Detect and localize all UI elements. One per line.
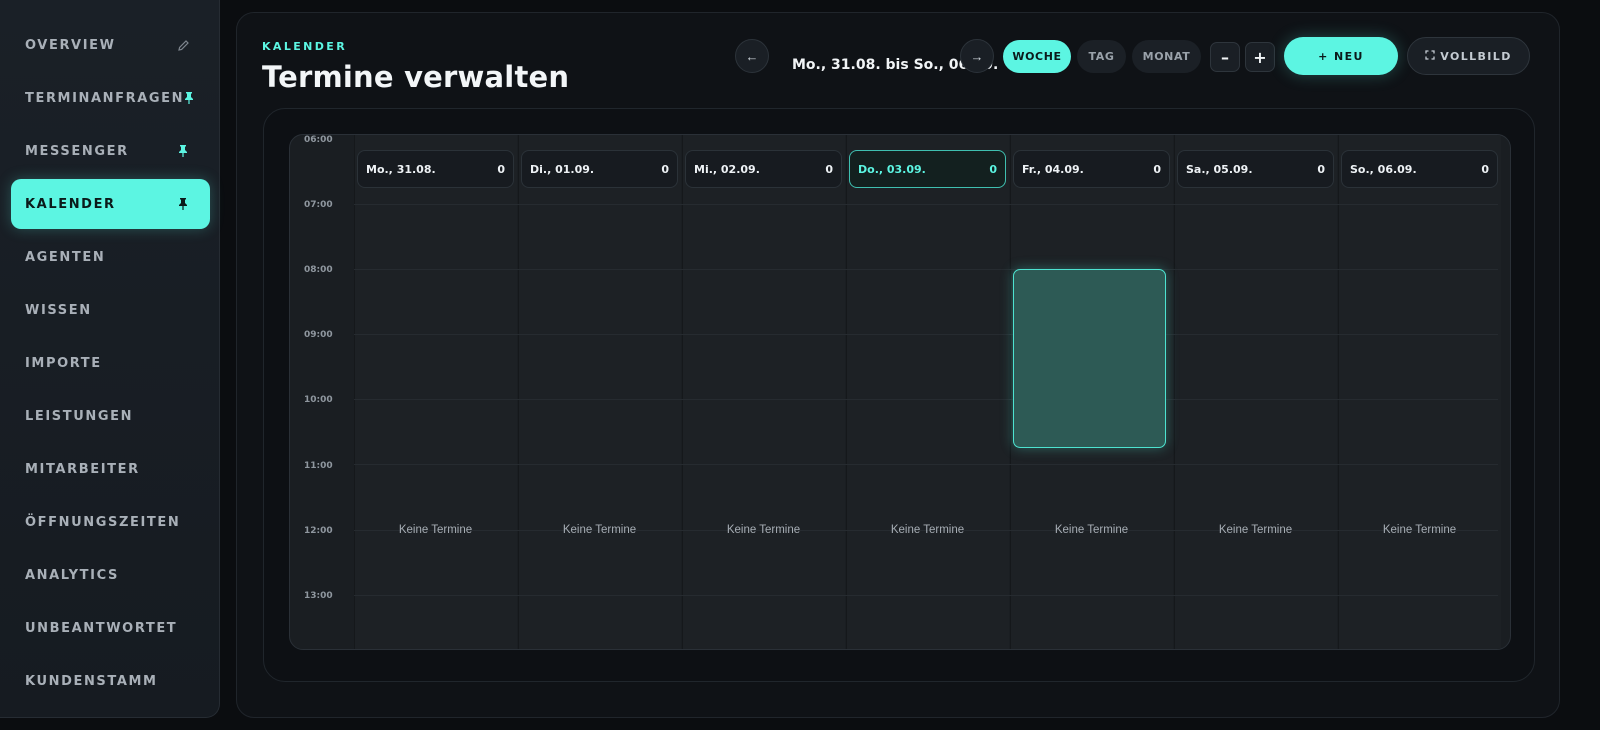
sidebar-item-label: ÖFFNUNGSZEITEN xyxy=(25,514,181,530)
new-appointment-button[interactable]: + NEU xyxy=(1284,37,1398,75)
day-column[interactable] xyxy=(682,135,845,649)
sidebar-item-wissen[interactable]: WISSEN xyxy=(11,285,210,335)
hour-line xyxy=(354,464,1498,465)
day-event-count: 0 xyxy=(989,162,997,176)
sidebar-item-label: ANALYTICS xyxy=(25,567,119,583)
day-header[interactable]: Di., 01.09. 0 xyxy=(521,150,678,188)
day-header[interactable]: So., 06.09. 0 xyxy=(1341,150,1498,188)
sidebar: OVERVIEW TERMINANFRAGEN MESSENGER KALEND… xyxy=(0,0,220,718)
day-column[interactable] xyxy=(1174,135,1337,649)
day-header-label: Do., 03.09. xyxy=(858,162,926,176)
zoom-out-button[interactable]: – xyxy=(1210,42,1240,72)
zoom-in-button[interactable]: + xyxy=(1245,42,1275,72)
day-header[interactable]: Mo., 31.08. 0 xyxy=(357,150,514,188)
hour-line xyxy=(354,204,1498,205)
day-header-label: Mo., 31.08. xyxy=(366,162,436,176)
pencil-icon[interactable] xyxy=(176,38,190,52)
main-panel: KALENDER Termine verwalten ← Mo., 31.08.… xyxy=(236,12,1560,718)
empty-day-text: Keine Termine xyxy=(398,524,473,536)
empty-day-text: Keine Termine xyxy=(890,524,965,536)
day-event-count: 0 xyxy=(1153,162,1161,176)
sidebar-item-leistungen[interactable]: LEISTUNGEN xyxy=(11,391,210,441)
sidebar-item-label: WISSEN xyxy=(25,302,92,318)
time-label: 06:00 xyxy=(304,135,333,145)
sidebar-item-analytics[interactable]: ANALYTICS xyxy=(11,550,210,600)
sidebar-item-messenger[interactable]: MESSENGER xyxy=(11,126,210,176)
arrow-left-icon: ← xyxy=(745,48,759,64)
hour-line xyxy=(354,595,1498,596)
day-header[interactable]: Mi., 02.09. 0 xyxy=(685,150,842,188)
sidebar-item-label: KALENDER xyxy=(25,196,116,212)
sidebar-item-unbeantwortet[interactable]: UNBEANTWORTET xyxy=(11,603,210,653)
day-event-count: 0 xyxy=(1481,162,1489,176)
pin-icon[interactable] xyxy=(176,144,190,158)
empty-day-text: Keine Termine xyxy=(726,524,801,536)
pin-icon[interactable] xyxy=(176,197,190,211)
empty-day-text: Keine Termine xyxy=(562,524,637,536)
sidebar-item-kundenstamm[interactable]: KUNDENSTAMM xyxy=(11,656,210,706)
expand-icon xyxy=(1425,49,1435,63)
day-event-count: 0 xyxy=(497,162,505,176)
day-header-label: Mi., 02.09. xyxy=(694,162,760,176)
sidebar-item-oeffnungszeiten[interactable]: ÖFFNUNGSZEITEN xyxy=(11,497,210,547)
time-selection-block[interactable] xyxy=(1013,269,1166,448)
time-label: 08:00 xyxy=(304,265,333,275)
next-week-button[interactable]: → xyxy=(960,39,994,73)
page-title: Termine verwalten xyxy=(262,60,570,94)
view-month-button[interactable]: MONAT xyxy=(1132,40,1201,73)
sidebar-item-importe[interactable]: IMPORTE xyxy=(11,338,210,388)
empty-day-text: Keine Termine xyxy=(1382,524,1457,536)
day-column[interactable] xyxy=(354,135,517,649)
sidebar-item-label: AGENTEN xyxy=(25,249,106,265)
day-header[interactable]: Fr., 04.09. 0 xyxy=(1013,150,1170,188)
arrow-right-icon: → xyxy=(970,48,984,64)
week-grid: 06:00 07:00 08:00 09:00 10:00 11:00 12:0… xyxy=(289,134,1511,650)
empty-day-text: Keine Termine xyxy=(1054,524,1129,536)
sidebar-item-kalender[interactable]: KALENDER xyxy=(11,179,210,229)
sidebar-item-label: OVERVIEW xyxy=(25,37,116,53)
hour-line xyxy=(354,269,1498,270)
time-label: 10:00 xyxy=(304,395,333,405)
day-event-count: 0 xyxy=(1317,162,1325,176)
sidebar-item-label: LEISTUNGEN xyxy=(25,408,134,424)
sidebar-item-label: TERMINANFRAGEN xyxy=(25,90,185,106)
fullscreen-button[interactable]: VOLLBILD xyxy=(1407,37,1530,75)
calendar-container: 06:00 07:00 08:00 09:00 10:00 11:00 12:0… xyxy=(263,108,1535,682)
day-column[interactable] xyxy=(518,135,681,649)
pin-icon[interactable] xyxy=(184,91,194,105)
day-header-label: So., 06.09. xyxy=(1350,162,1417,176)
sidebar-item-agenten[interactable]: AGENTEN xyxy=(11,232,210,282)
sidebar-item-label: MESSENGER xyxy=(25,143,129,159)
day-header[interactable]: Sa., 05.09. 0 xyxy=(1177,150,1334,188)
sidebar-item-label: UNBEANTWORTET xyxy=(25,620,178,636)
day-header-label: Sa., 05.09. xyxy=(1186,162,1253,176)
view-day-button[interactable]: TAG xyxy=(1077,40,1126,73)
hour-line xyxy=(354,399,1498,400)
sidebar-item-terminanfragen[interactable]: TERMINANFRAGEN xyxy=(11,73,210,123)
sidebar-item-label: MITARBEITER xyxy=(25,461,140,477)
sidebar-item-label: IMPORTE xyxy=(25,355,102,371)
day-column[interactable] xyxy=(846,135,1009,649)
time-label: 07:00 xyxy=(304,200,333,210)
time-label: 12:00 xyxy=(304,526,333,536)
sidebar-item-mitarbeiter[interactable]: MITARBEITER xyxy=(11,444,210,494)
breadcrumb: KALENDER xyxy=(262,40,348,53)
view-week-button[interactable]: WOCHE xyxy=(1003,40,1071,73)
time-label: 13:00 xyxy=(304,591,333,601)
day-event-count: 0 xyxy=(825,162,833,176)
day-header-today[interactable]: Do., 03.09. 0 xyxy=(849,150,1006,188)
day-event-count: 0 xyxy=(661,162,669,176)
fullscreen-label: VOLLBILD xyxy=(1440,49,1512,63)
day-header-label: Fr., 04.09. xyxy=(1022,162,1084,176)
day-header-label: Di., 01.09. xyxy=(530,162,595,176)
time-label: 11:00 xyxy=(304,461,333,471)
sidebar-item-label: KUNDENSTAMM xyxy=(25,673,158,689)
hour-line xyxy=(354,334,1498,335)
empty-day-text: Keine Termine xyxy=(1218,524,1293,536)
time-label: 09:00 xyxy=(304,330,333,340)
sidebar-item-overview[interactable]: OVERVIEW xyxy=(11,20,210,70)
day-column[interactable] xyxy=(1338,135,1501,649)
prev-week-button[interactable]: ← xyxy=(735,39,769,73)
